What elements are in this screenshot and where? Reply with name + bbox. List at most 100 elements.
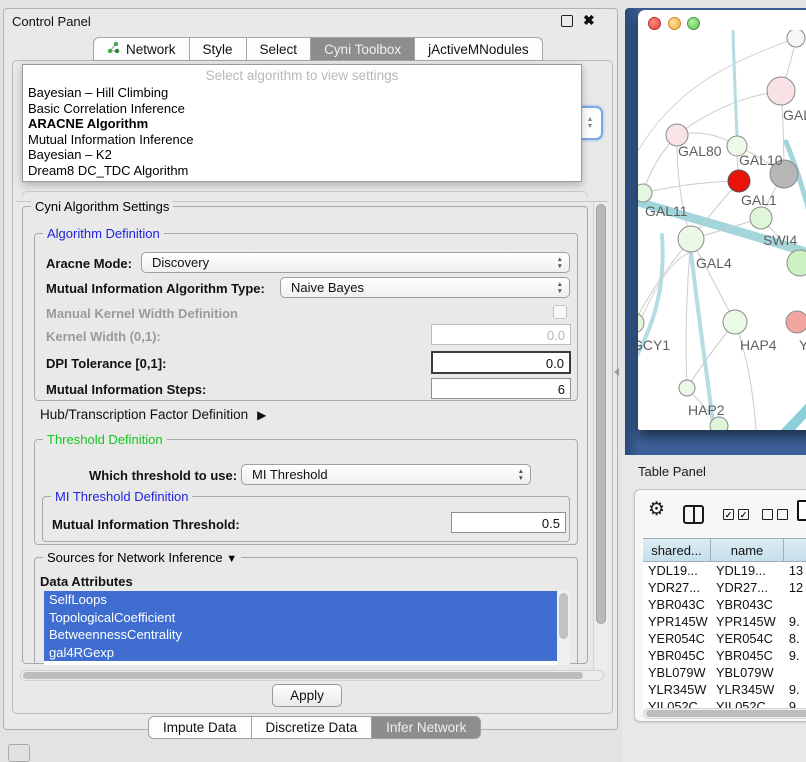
attribute-item[interactable]: SelfLoops: [44, 591, 557, 609]
bottom-tab-bar: Impute DataDiscretize DataInfer Network: [149, 716, 481, 739]
table-row[interactable]: YLR345WYLR345W9.: [643, 681, 806, 698]
network-node[interactable]: [787, 30, 805, 47]
network-node[interactable]: [710, 417, 728, 430]
table-row[interactable]: YER054CYER054C8.: [643, 630, 806, 647]
which-threshold-combobox[interactable]: MI Threshold ▲▼: [241, 464, 531, 485]
which-threshold-value: MI Threshold: [252, 467, 328, 482]
network-node-hap4[interactable]: [723, 310, 747, 334]
close-traffic-light[interactable]: [648, 17, 661, 30]
deselect-all-icon[interactable]: [762, 509, 773, 520]
tab-network[interactable]: Network: [93, 37, 190, 61]
network-canvas[interactable]: GALGAL80GAL10GAL1GAL11GAL4SWI4GCY1HAP4YH…: [638, 30, 806, 430]
dpi-tolerance-field[interactable]: 0.0: [431, 351, 571, 374]
network-node-gal11[interactable]: [638, 184, 652, 202]
top-tab-bar: NetworkStyleSelect Cyni Toolbox jActiveMNo…: [94, 37, 543, 61]
attribute-item[interactable]: TopologicalCoefficient: [44, 609, 557, 627]
tab-cyni-toolbox[interactable]: Cyni Toolbox: [310, 37, 415, 61]
network-node-gcy1[interactable]: [638, 313, 644, 333]
tab-select[interactable]: Select: [246, 37, 312, 61]
combobox-arrows-icon: ▲▼: [557, 281, 563, 295]
expander-arrow-icon: ▶: [257, 408, 266, 422]
attribute-item[interactable]: BetweennessCentrality: [44, 626, 557, 644]
table-row[interactable]: YBR045CYBR045C9.: [643, 647, 806, 664]
split-pane-icon[interactable]: [683, 505, 704, 524]
algorithm-option[interactable]: Bayesian – Hill Climbing: [23, 85, 581, 101]
network-edge: [677, 91, 781, 135]
data-attributes-list: SelfLoopsTopologicalCoefficientBetweenne…: [44, 591, 570, 665]
file-icon[interactable]: [797, 500, 806, 521]
mi-steps-field[interactable]: 6: [431, 378, 571, 399]
algorithm-option[interactable]: Bayesian – K2: [23, 147, 581, 163]
tab-impute-data[interactable]: Impute Data: [148, 716, 252, 739]
close-icon[interactable]: ✖: [583, 12, 595, 29]
mi-threshold-field[interactable]: 0.5: [451, 512, 566, 533]
select-all-icon[interactable]: ✓: [738, 509, 749, 520]
algorithm-option[interactable]: Mutual Information Inference: [23, 132, 581, 148]
attribute-item[interactable]: gal4RGexp: [44, 644, 557, 662]
node-table: shared...nameA YDL19...YDL19...13YDR27..…: [643, 538, 806, 710]
select-all-icon[interactable]: ✓: [723, 509, 734, 520]
settings-horizontal-scrollbar[interactable]: [20, 670, 604, 681]
network-node[interactable]: [728, 170, 750, 192]
sources-group-title[interactable]: Sources for Network Inference ▼: [43, 550, 241, 565]
network-edge: [733, 30, 737, 136]
node-label: GAL80: [678, 143, 722, 159]
node-label: GAL1: [741, 192, 777, 208]
minimize-traffic-light[interactable]: [668, 17, 681, 30]
splitter-collapse-icon[interactable]: [614, 368, 619, 376]
table-cell: YBR043C: [711, 596, 784, 613]
table-cell: 9.: [784, 681, 806, 698]
network-window[interactable]: GALGAL80GAL10GAL1GAL11GAL4SWI4GCY1HAP4YH…: [638, 10, 806, 430]
tab-style[interactable]: Style: [189, 37, 247, 61]
table-horizontal-scrollbar[interactable]: [643, 708, 806, 719]
scrollbar-thumb[interactable]: [23, 672, 583, 679]
tab-infer-network[interactable]: Infer Network: [371, 716, 481, 739]
algorithm-option[interactable]: Basic Correlation Inference: [23, 101, 581, 117]
table-cell: YPR145W: [711, 613, 784, 630]
combobox-arrows-icon: ▲▼: [518, 468, 524, 482]
scrollbar-thumb[interactable]: [596, 204, 606, 624]
table-cell: 8.: [784, 630, 806, 647]
algorithm-definition-title: Algorithm Definition: [43, 226, 164, 241]
table-cell: YDR27...: [711, 579, 784, 596]
network-node-y[interactable]: [786, 311, 806, 333]
algorithm-option[interactable]: ARACNE Algorithm: [23, 116, 581, 132]
table-row[interactable]: YBR043CYBR043C: [643, 596, 806, 613]
network-node-hap2[interactable]: [679, 380, 695, 396]
float-icon[interactable]: [561, 15, 573, 27]
algorithm-option[interactable]: Dream8 DC_TDC Algorithm: [23, 163, 581, 179]
mi-type-combobox[interactable]: Naive Bayes ▲▼: [280, 277, 570, 298]
attributes-scrollbar[interactable]: [557, 591, 570, 665]
which-threshold-label: Which threshold to use:: [89, 468, 237, 483]
table-row[interactable]: YDR27...YDR27...12: [643, 579, 806, 596]
network-node-gal[interactable]: [767, 77, 795, 105]
scrollbar-thumb[interactable]: [646, 710, 806, 717]
tab-jactivemnodules[interactable]: jActiveMNodules: [414, 37, 543, 61]
column-header-A[interactable]: A: [783, 538, 806, 562]
zoom-traffic-light[interactable]: [687, 17, 700, 30]
table-cell: YLR345W: [643, 681, 711, 698]
table-row[interactable]: YPR145WYPR145W9.: [643, 613, 806, 630]
tab-label: Cyni Toolbox: [324, 42, 401, 57]
table-cell: YER054C: [643, 630, 711, 647]
table-row[interactable]: YDL19...YDL19...13: [643, 562, 806, 579]
collapsed-panel-handle[interactable]: [8, 744, 30, 762]
manual-kernel-checkbox[interactable]: [553, 305, 567, 319]
column-header-name[interactable]: name: [710, 538, 784, 562]
table-row[interactable]: YBL079WYBL079W: [643, 664, 806, 681]
column-header-shared...[interactable]: shared...: [643, 538, 711, 562]
table-cell: 9.: [784, 647, 806, 664]
network-node-swi4[interactable]: [787, 250, 806, 276]
deselect-all-icon[interactable]: [777, 509, 788, 520]
network-node-gal4[interactable]: [678, 226, 704, 252]
network-node-gal1[interactable]: [750, 207, 772, 229]
apply-button[interactable]: Apply: [272, 684, 342, 707]
aracne-mode-combobox[interactable]: Discovery ▲▼: [141, 252, 570, 273]
hub-definition-expander[interactable]: Hub/Transcription Factor Definition▶: [40, 407, 266, 422]
table-cell: YER054C: [711, 630, 784, 647]
scrollbar-thumb[interactable]: [559, 593, 568, 639]
tab-discretize-data[interactable]: Discretize Data: [251, 716, 373, 739]
settings-vertical-scrollbar[interactable]: [593, 202, 608, 672]
settings-gear-icon[interactable]: ⚙: [648, 498, 665, 521]
kernel-width-field[interactable]: 0.0: [431, 324, 571, 345]
